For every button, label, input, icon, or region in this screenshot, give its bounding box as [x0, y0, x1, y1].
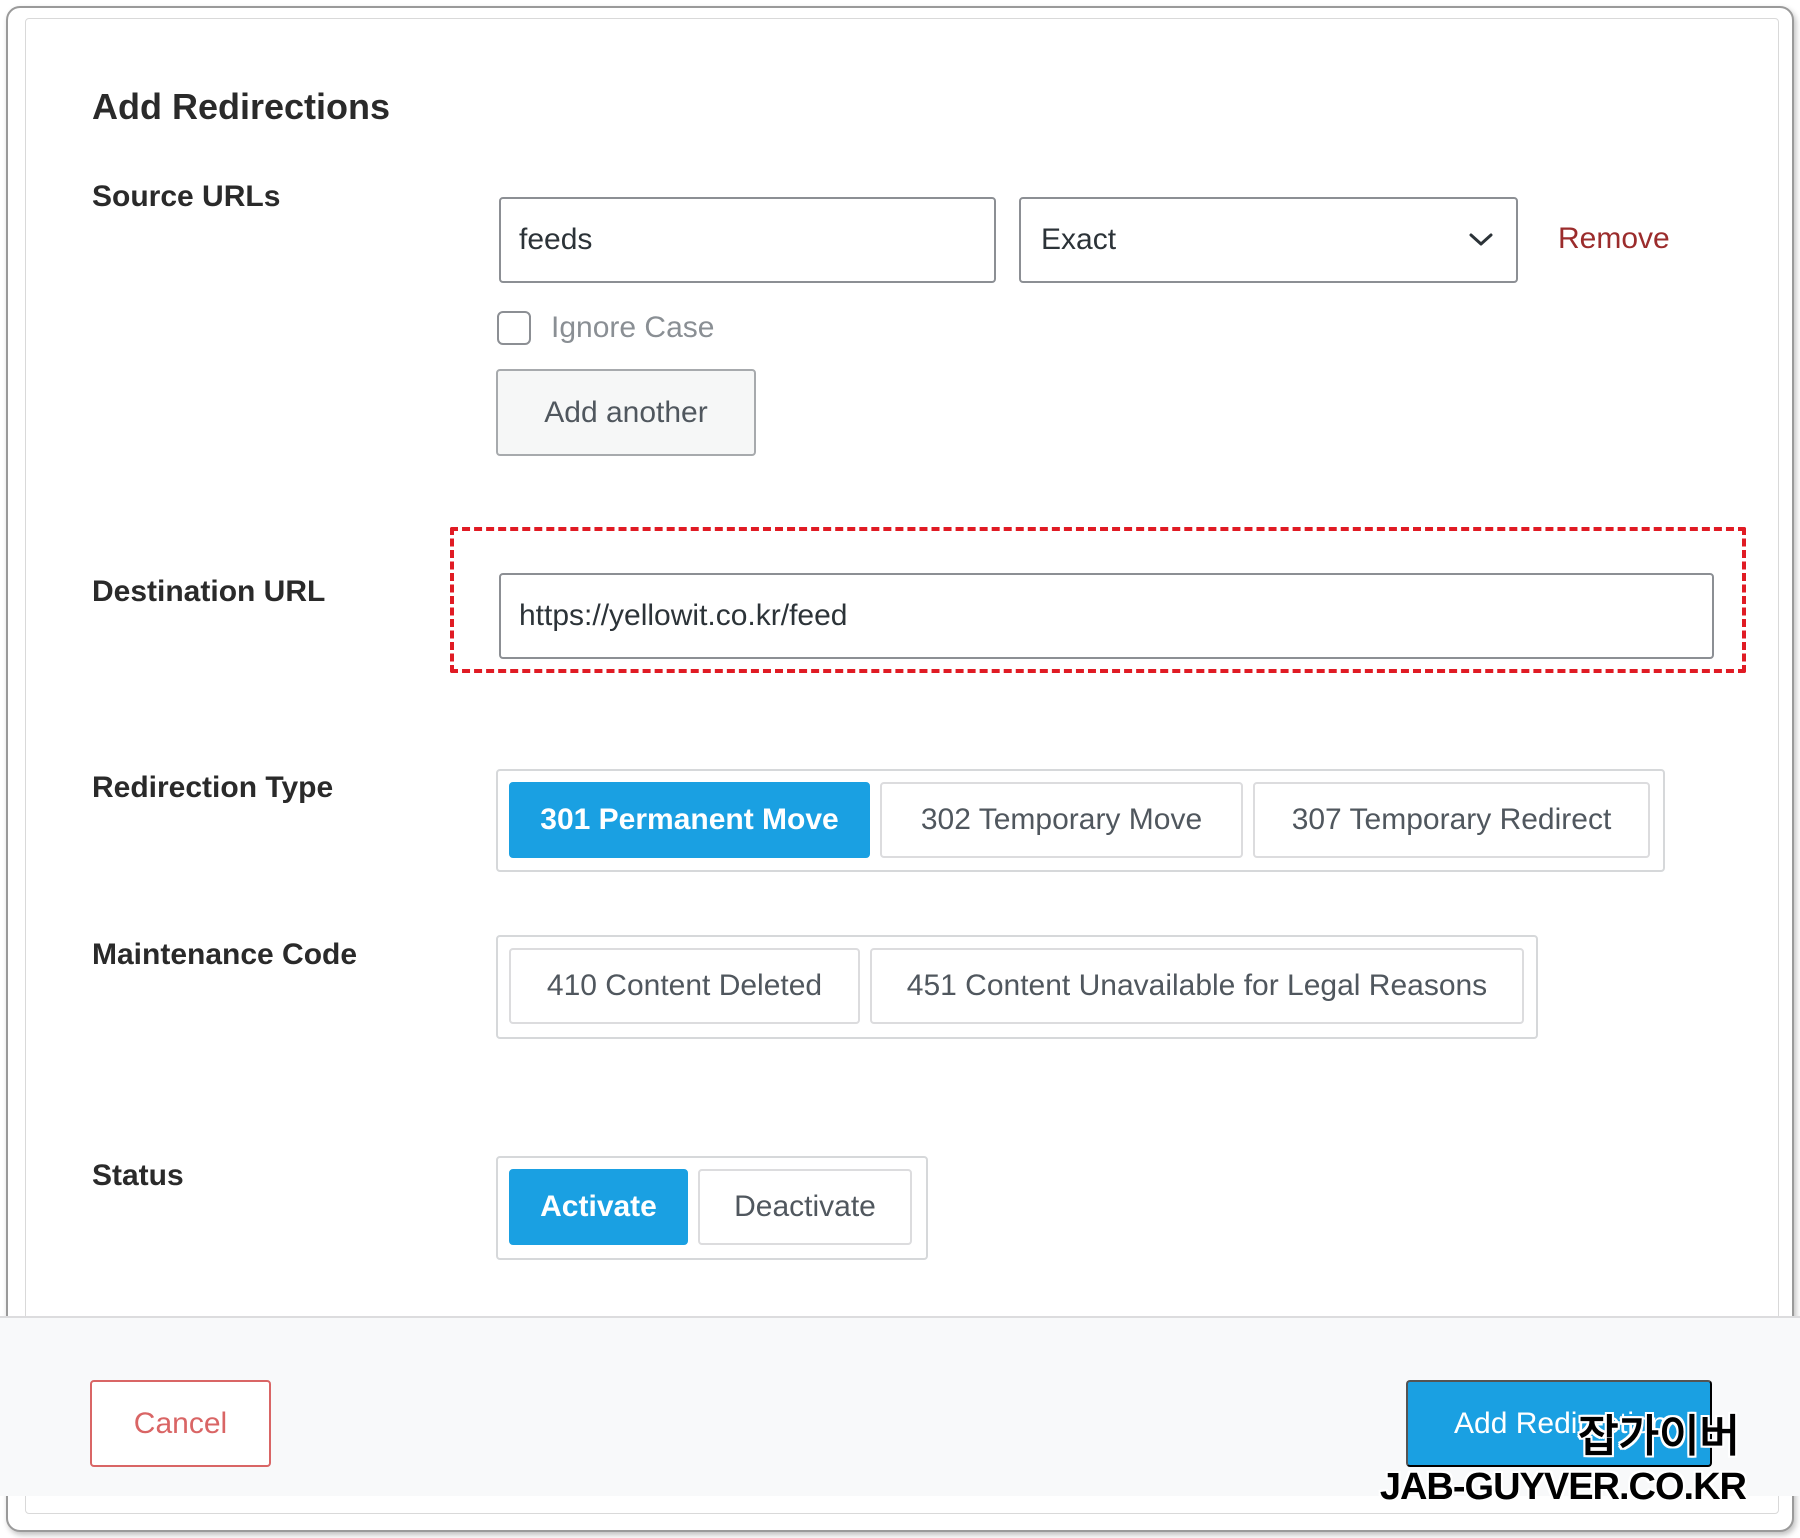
remove-link[interactable]: Remove: [1558, 222, 1670, 256]
match-type-select[interactable]: Exact: [1019, 197, 1518, 283]
watermark-korean: 잡가이버: [1578, 1412, 1740, 1461]
destination-url-input[interactable]: [499, 573, 1714, 659]
source-url-input[interactable]: [499, 197, 996, 283]
redirection-type-group: 301 Permanent Move 302 Temporary Move 30…: [496, 769, 1665, 872]
status-label: Status: [92, 1159, 184, 1192]
redirection-301-button[interactable]: 301 Permanent Move: [509, 782, 870, 858]
redirection-302-button[interactable]: 302 Temporary Move: [880, 782, 1243, 858]
redirection-307-button[interactable]: 307 Temporary Redirect: [1253, 782, 1650, 858]
activate-button[interactable]: Activate: [509, 1169, 688, 1245]
ignore-case-checkbox[interactable]: [497, 311, 531, 345]
cancel-button[interactable]: Cancel: [90, 1380, 271, 1467]
add-another-button[interactable]: Add another: [496, 369, 756, 456]
match-type-value: Exact: [1041, 223, 1117, 256]
page-title: Add Redirections: [92, 86, 391, 127]
ignore-case-row[interactable]: Ignore Case: [497, 311, 714, 345]
redirection-type-label: Redirection Type: [92, 771, 334, 804]
source-urls-label: Source URLs: [92, 180, 281, 213]
watermark-latin: JAB-GUYVER.CO.KR: [1379, 1466, 1747, 1508]
destination-url-label: Destination URL: [92, 575, 326, 608]
status-group: Activate Deactivate: [496, 1156, 928, 1260]
maintenance-code-group: 410 Content Deleted 451 Content Unavaila…: [496, 935, 1538, 1039]
deactivate-button[interactable]: Deactivate: [698, 1169, 912, 1245]
ignore-case-label: Ignore Case: [551, 311, 715, 344]
maintenance-code-label: Maintenance Code: [92, 938, 358, 971]
maintenance-451-button[interactable]: 451 Content Unavailable for Legal Reason…: [870, 948, 1524, 1024]
chevron-down-icon: [1466, 225, 1496, 255]
maintenance-410-button[interactable]: 410 Content Deleted: [509, 948, 860, 1024]
